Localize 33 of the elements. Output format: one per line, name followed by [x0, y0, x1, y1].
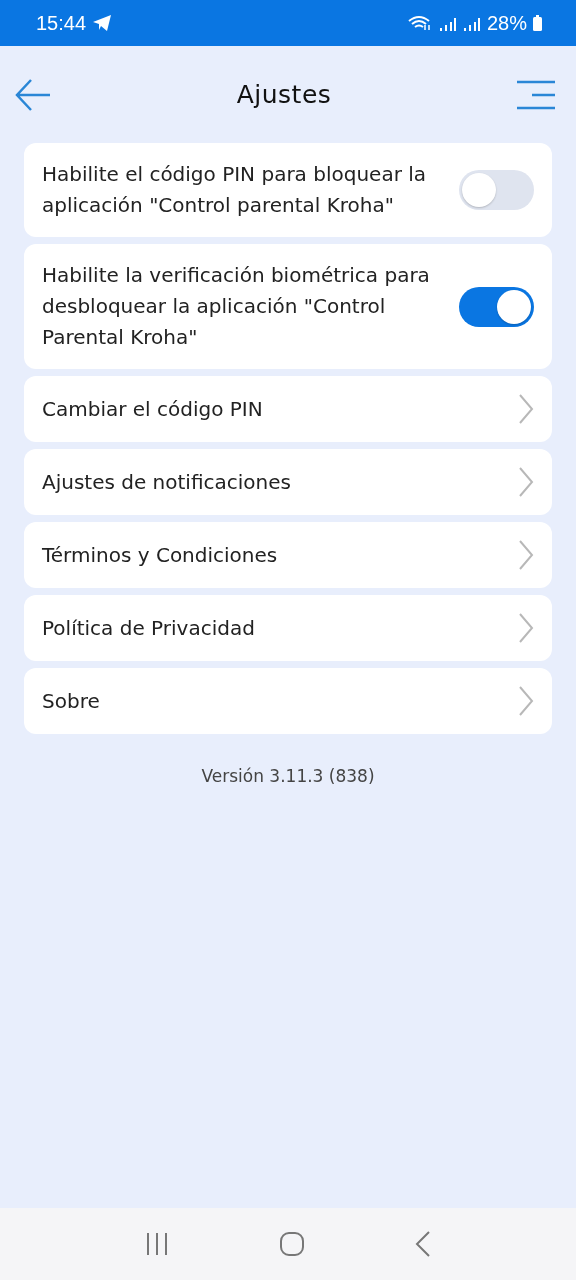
recent-apps-icon[interactable]: [145, 1232, 169, 1256]
chevron-right-icon: [518, 540, 534, 570]
settings-row[interactable]: Política de Privacidad: [24, 595, 552, 661]
home-icon[interactable]: [279, 1231, 305, 1257]
paper-plane-icon: [92, 14, 113, 32]
battery-icon: [533, 15, 542, 31]
toggle-switch[interactable]: [459, 286, 534, 327]
settings-row[interactable]: Términos y Condiciones: [24, 522, 552, 588]
setting-label: Cambiar el código PIN: [42, 395, 263, 423]
menu-button[interactable]: [516, 79, 556, 110]
setting-label: Habilite el código PIN para bloquear la aplicación "Control parental Kroha": [42, 161, 428, 219]
setting-label: Ajustes de notificaciones: [42, 468, 291, 496]
chevron-right-icon: [518, 613, 534, 643]
chevron-right-icon: [518, 686, 534, 716]
setting-label: Términos y Condiciones: [42, 541, 278, 569]
setting-label: Habilite la verificación biométrica para desbloquear la aplicación "Control Parental Kroha": [42, 262, 431, 351]
setting-label: Política de Privacidad: [42, 614, 255, 642]
chevron-right-icon: [518, 394, 534, 424]
signal-icon: [438, 15, 457, 31]
page-title: Ajustes: [236, 80, 332, 109]
signal-icon: [462, 15, 481, 31]
settings-row[interactable]: Sobre: [24, 668, 552, 734]
battery-percent: 28%: [486, 11, 527, 35]
back-button[interactable]: [14, 77, 52, 112]
version-text: Versión 3.11.3 (838): [200, 766, 376, 786]
settings-row[interactable]: Cambiar el código PIN: [24, 376, 552, 442]
chevron-right-icon: [518, 467, 534, 497]
toggle-switch[interactable]: [459, 170, 534, 210]
status-time: 15:44: [36, 11, 87, 35]
wifi-icon: [406, 14, 433, 32]
back-icon[interactable]: [415, 1231, 431, 1257]
setting-label: Sobre: [42, 687, 100, 715]
settings-row[interactable]: Ajustes de notificaciones: [24, 449, 552, 515]
